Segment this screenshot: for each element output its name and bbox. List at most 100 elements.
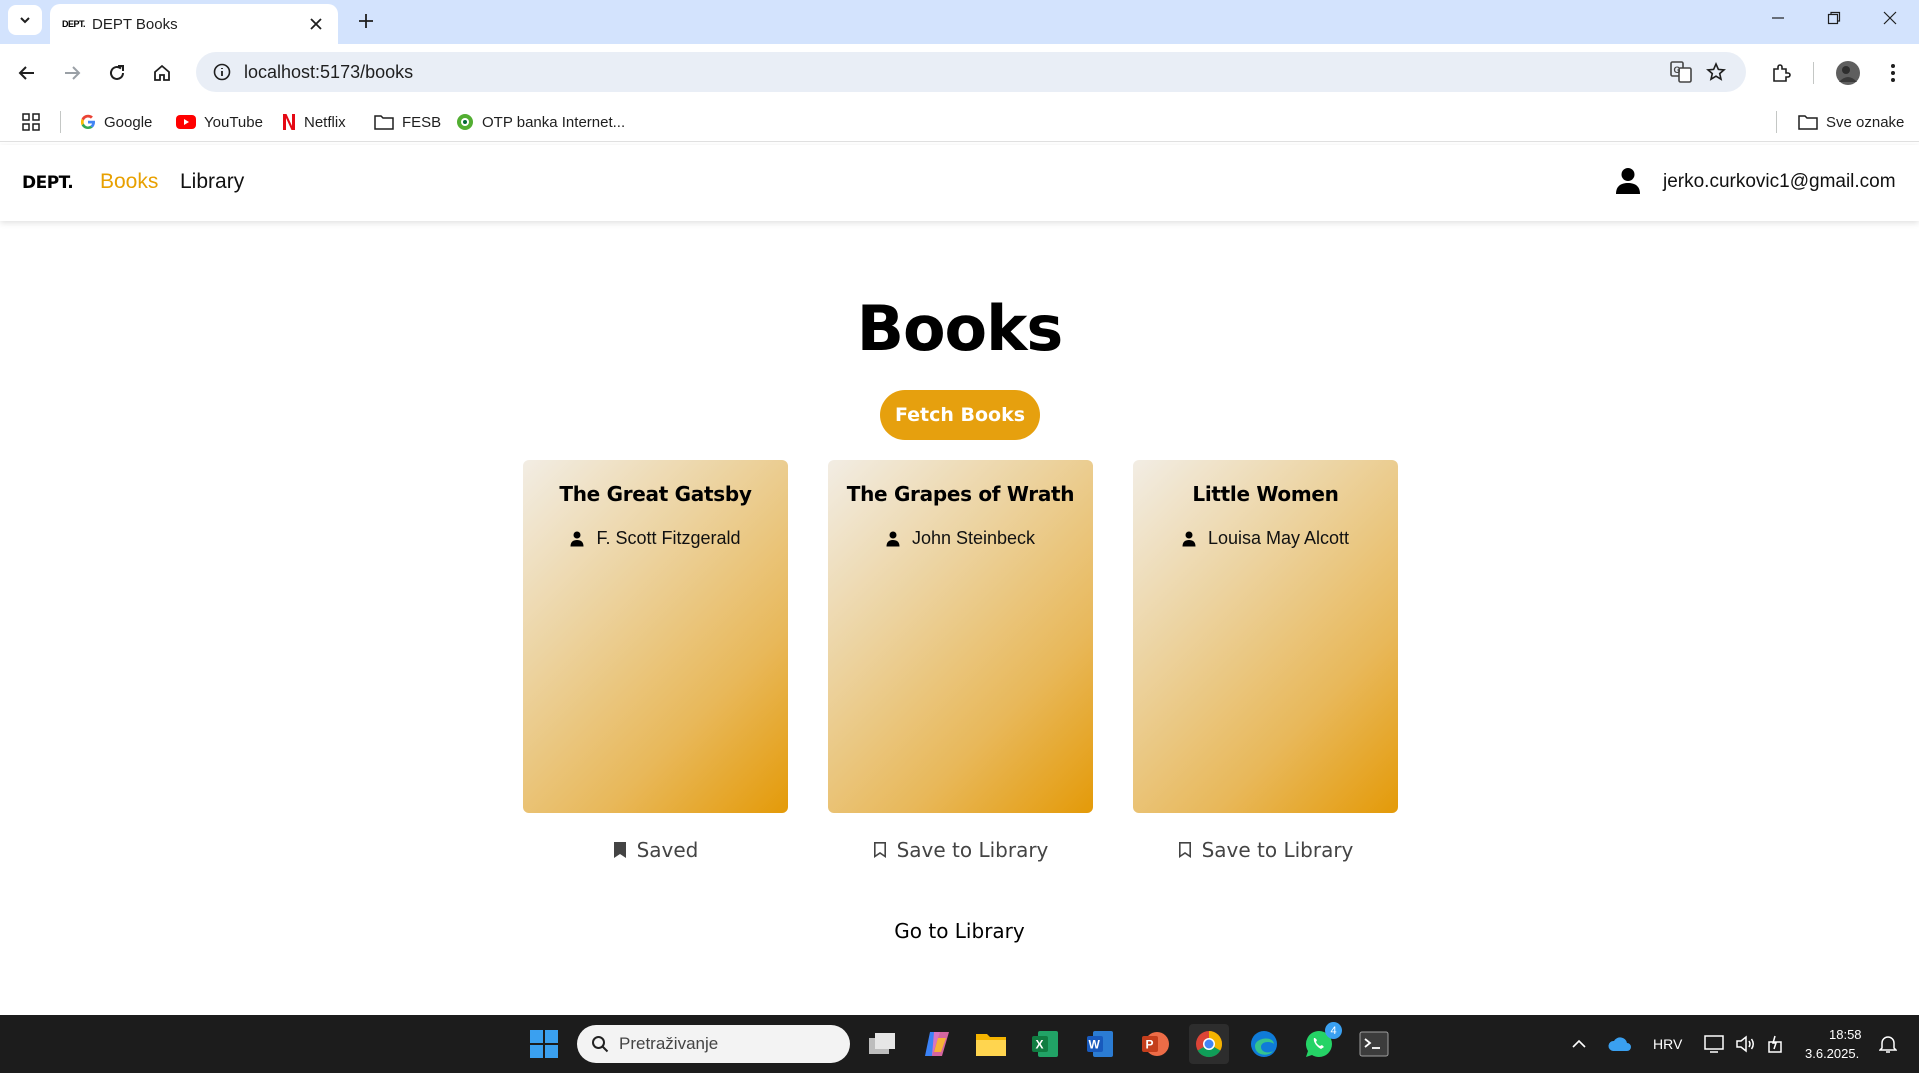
browser-menu-button[interactable] bbox=[1876, 56, 1910, 90]
file-explorer-button[interactable] bbox=[971, 1024, 1011, 1064]
battery-icon bbox=[1768, 1035, 1782, 1053]
extensions-button[interactable] bbox=[1764, 56, 1798, 90]
word-button[interactable]: W bbox=[1080, 1024, 1120, 1064]
reload-icon bbox=[110, 65, 124, 80]
youtube-icon bbox=[176, 115, 196, 129]
minimize-button[interactable] bbox=[1750, 0, 1806, 36]
search-placeholder: Pretraživanje bbox=[619, 1034, 719, 1053]
site-info-icon[interactable] bbox=[202, 63, 242, 81]
close-window-button[interactable] bbox=[1862, 0, 1918, 36]
battery-button[interactable] bbox=[1757, 1024, 1793, 1064]
folder-icon bbox=[374, 115, 394, 130]
book-card: The Grapes of Wrath John Steinbeck bbox=[828, 460, 1093, 813]
url-text[interactable]: localhost:5173/books bbox=[244, 62, 1670, 83]
save-button-label: Save to Library bbox=[1201, 838, 1354, 862]
fetch-books-button[interactable]: Fetch Books bbox=[880, 390, 1040, 440]
tab-close-button[interactable] bbox=[306, 14, 326, 34]
save-to-library-button[interactable]: Save to Library bbox=[828, 835, 1093, 865]
go-to-library-link[interactable]: Go to Library bbox=[0, 919, 1919, 943]
all-bookmarks-label: Sve oznake bbox=[1826, 113, 1905, 131]
browser-toolbar: localhost:5173/books G bbox=[0, 44, 1919, 102]
start-button[interactable] bbox=[524, 1024, 564, 1064]
notification-badge: 4 bbox=[1325, 1022, 1342, 1039]
chrome-button[interactable] bbox=[1189, 1024, 1229, 1064]
svg-text:X: X bbox=[1036, 1038, 1044, 1052]
word-icon: W bbox=[1087, 1031, 1113, 1057]
tab-title: DEPT Books bbox=[92, 15, 178, 33]
toolbar-separator bbox=[1813, 62, 1814, 84]
excel-icon: X bbox=[1032, 1031, 1058, 1057]
book-title: Little Women bbox=[1192, 482, 1339, 506]
address-bar[interactable]: localhost:5173/books G bbox=[196, 52, 1746, 92]
bookmark-filled-icon bbox=[613, 842, 626, 858]
terminal-button[interactable] bbox=[1354, 1024, 1394, 1064]
back-button[interactable] bbox=[10, 56, 44, 90]
new-tab-button[interactable] bbox=[352, 7, 380, 35]
bookmark-label: Google bbox=[104, 113, 153, 131]
bookmark-label: YouTube bbox=[204, 113, 263, 131]
translate-icon[interactable]: G bbox=[1670, 61, 1692, 83]
bookmark-outline-icon bbox=[873, 842, 886, 859]
book-author: F. Scott Fitzgerald bbox=[523, 528, 788, 549]
apps-button[interactable] bbox=[22, 110, 40, 134]
forward-button[interactable] bbox=[55, 56, 89, 90]
bookmark-netflix[interactable]: Netflix bbox=[282, 110, 346, 134]
notifications-button[interactable] bbox=[1870, 1024, 1906, 1064]
bookmarks-separator bbox=[60, 111, 61, 133]
bookmark-youtube[interactable]: YouTube bbox=[176, 110, 263, 134]
restore-icon bbox=[1827, 11, 1841, 25]
restore-button[interactable] bbox=[1806, 0, 1862, 36]
dept-logo[interactable]: DEPT. bbox=[22, 173, 74, 193]
edge-button[interactable] bbox=[1244, 1024, 1284, 1064]
whatsapp-button[interactable]: 4 bbox=[1299, 1022, 1342, 1064]
close-icon bbox=[310, 18, 322, 30]
svg-text:W: W bbox=[1089, 1038, 1101, 1052]
arrow-left-icon bbox=[18, 66, 34, 80]
bookmark-google[interactable]: Google bbox=[80, 110, 152, 134]
task-view-icon bbox=[869, 1033, 895, 1054]
bookmarks-separator bbox=[1776, 111, 1777, 133]
app-header: DEPT. Books Library jerko.curkovic1@gmai… bbox=[0, 145, 1919, 221]
home-icon bbox=[154, 64, 170, 81]
save-button-label: Save to Library bbox=[896, 838, 1049, 862]
bookmark-otp[interactable]: OTP banka Internet... bbox=[456, 110, 625, 134]
notification-bell-icon bbox=[1879, 1036, 1897, 1053]
language-indicator[interactable]: HRV bbox=[1653, 1036, 1682, 1052]
taskbar-search[interactable]: Pretraživanje bbox=[577, 1025, 850, 1063]
puzzle-icon bbox=[1773, 64, 1791, 82]
nav-link-library[interactable]: Library bbox=[180, 170, 244, 194]
folder-icon bbox=[1798, 115, 1818, 130]
reload-button[interactable] bbox=[100, 56, 134, 90]
user-email: jerko.curkovic1@gmail.com bbox=[1663, 171, 1896, 192]
copilot-button[interactable] bbox=[917, 1024, 957, 1064]
task-view-button[interactable] bbox=[862, 1024, 902, 1064]
svg-text:G: G bbox=[1674, 65, 1681, 75]
arrow-right-icon bbox=[65, 66, 81, 80]
go-to-library-label[interactable]: Go to Library bbox=[894, 919, 1024, 943]
clock-date[interactable]: 3.6.2025. bbox=[1805, 1046, 1859, 1061]
home-button[interactable] bbox=[145, 56, 179, 90]
clock-time[interactable]: 18:58 bbox=[1829, 1027, 1862, 1042]
svg-text:P: P bbox=[1146, 1038, 1154, 1052]
book-card: The Great Gatsby F. Scott Fitzgerald bbox=[523, 460, 788, 813]
copilot-icon bbox=[925, 1032, 949, 1056]
terminal-icon bbox=[1359, 1031, 1389, 1057]
show-hidden-icons-button[interactable] bbox=[1561, 1024, 1597, 1064]
google-icon bbox=[80, 114, 95, 129]
onedrive-button[interactable] bbox=[1602, 1024, 1638, 1064]
star-icon[interactable] bbox=[1706, 62, 1726, 82]
powerpoint-button[interactable]: P bbox=[1135, 1024, 1175, 1064]
bookmarks-bar: Google YouTube Netflix FESB OTP banka In… bbox=[0, 102, 1919, 142]
all-bookmarks-button[interactable]: Sve oznake bbox=[1798, 110, 1904, 134]
tab-search-button[interactable] bbox=[8, 5, 42, 35]
saved-button[interactable]: Saved bbox=[523, 835, 788, 865]
chevron-up-icon bbox=[1572, 1039, 1586, 1048]
browser-tab-active[interactable]: DEPT. DEPT Books bbox=[50, 4, 338, 44]
excel-button[interactable]: X bbox=[1025, 1024, 1065, 1064]
nav-link-books[interactable]: Books bbox=[100, 170, 158, 194]
bookmark-fesb[interactable]: FESB bbox=[374, 110, 441, 134]
save-to-library-button[interactable]: Save to Library bbox=[1133, 835, 1398, 865]
profile-button[interactable] bbox=[1831, 56, 1865, 90]
folder-icon bbox=[976, 1034, 1006, 1056]
person-icon bbox=[1182, 531, 1196, 546]
